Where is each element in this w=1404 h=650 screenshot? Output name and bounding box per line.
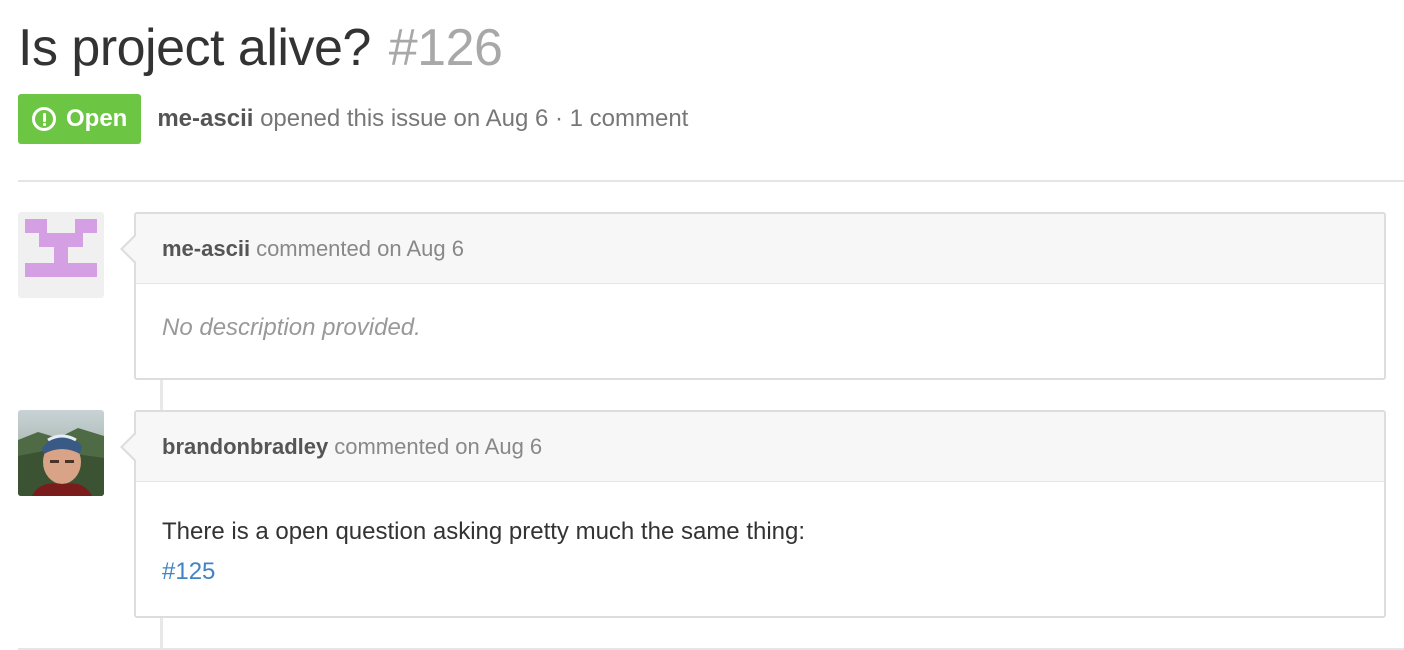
issue-opened-icon bbox=[32, 107, 56, 131]
comment-header: me-ascii commented on Aug 6 bbox=[136, 214, 1384, 284]
comment-timestamp[interactable]: commented on Aug 6 bbox=[256, 236, 464, 262]
issue-author-link[interactable]: me-ascii bbox=[157, 105, 253, 132]
issue-title: Is project alive? #126 bbox=[18, 18, 503, 78]
comment-body-text: There is a open question asking pretty m… bbox=[162, 518, 806, 545]
comment-card: me-ascii commented on Aug 6 No descripti… bbox=[120, 212, 1386, 380]
issue-reference-link[interactable]: #125 bbox=[162, 552, 1358, 592]
header-divider bbox=[18, 180, 1404, 182]
comment-pointer-fill bbox=[123, 235, 137, 263]
issue-state-label: Open bbox=[66, 105, 128, 132]
issue-summary-text: opened this issue on Aug 6 · 1 comment bbox=[260, 105, 689, 132]
issue-state-badge: Open bbox=[18, 94, 142, 144]
comment-author-link[interactable]: me-ascii bbox=[162, 236, 250, 262]
timeline-connector bbox=[160, 618, 163, 648]
user-photo-avatar-icon bbox=[18, 410, 104, 496]
comment-timestamp[interactable]: commented on Aug 6 bbox=[334, 434, 542, 460]
comment-header: brandonbradley commented on Aug 6 bbox=[136, 412, 1384, 482]
issue-summary: me-ascii opened this issue on Aug 6 · 1 … bbox=[157, 105, 688, 133]
comment-pointer-fill bbox=[123, 433, 137, 461]
comment-author-link[interactable]: brandonbradley bbox=[162, 434, 328, 460]
comment-body: There is a open question asking pretty m… bbox=[136, 482, 1384, 622]
identicon-avatar-icon bbox=[18, 212, 104, 298]
issue-number: #126 bbox=[388, 19, 503, 77]
issue-meta: Open me-ascii opened this issue on Aug 6… bbox=[18, 94, 688, 144]
avatar[interactable] bbox=[18, 212, 104, 298]
comment-card: brandonbradley commented on Aug 6 There … bbox=[120, 410, 1386, 618]
issue-title-text: Is project alive? bbox=[18, 19, 371, 77]
avatar[interactable] bbox=[18, 410, 104, 496]
timeline-connector bbox=[160, 380, 163, 410]
comment-body: No description provided. bbox=[162, 314, 421, 341]
